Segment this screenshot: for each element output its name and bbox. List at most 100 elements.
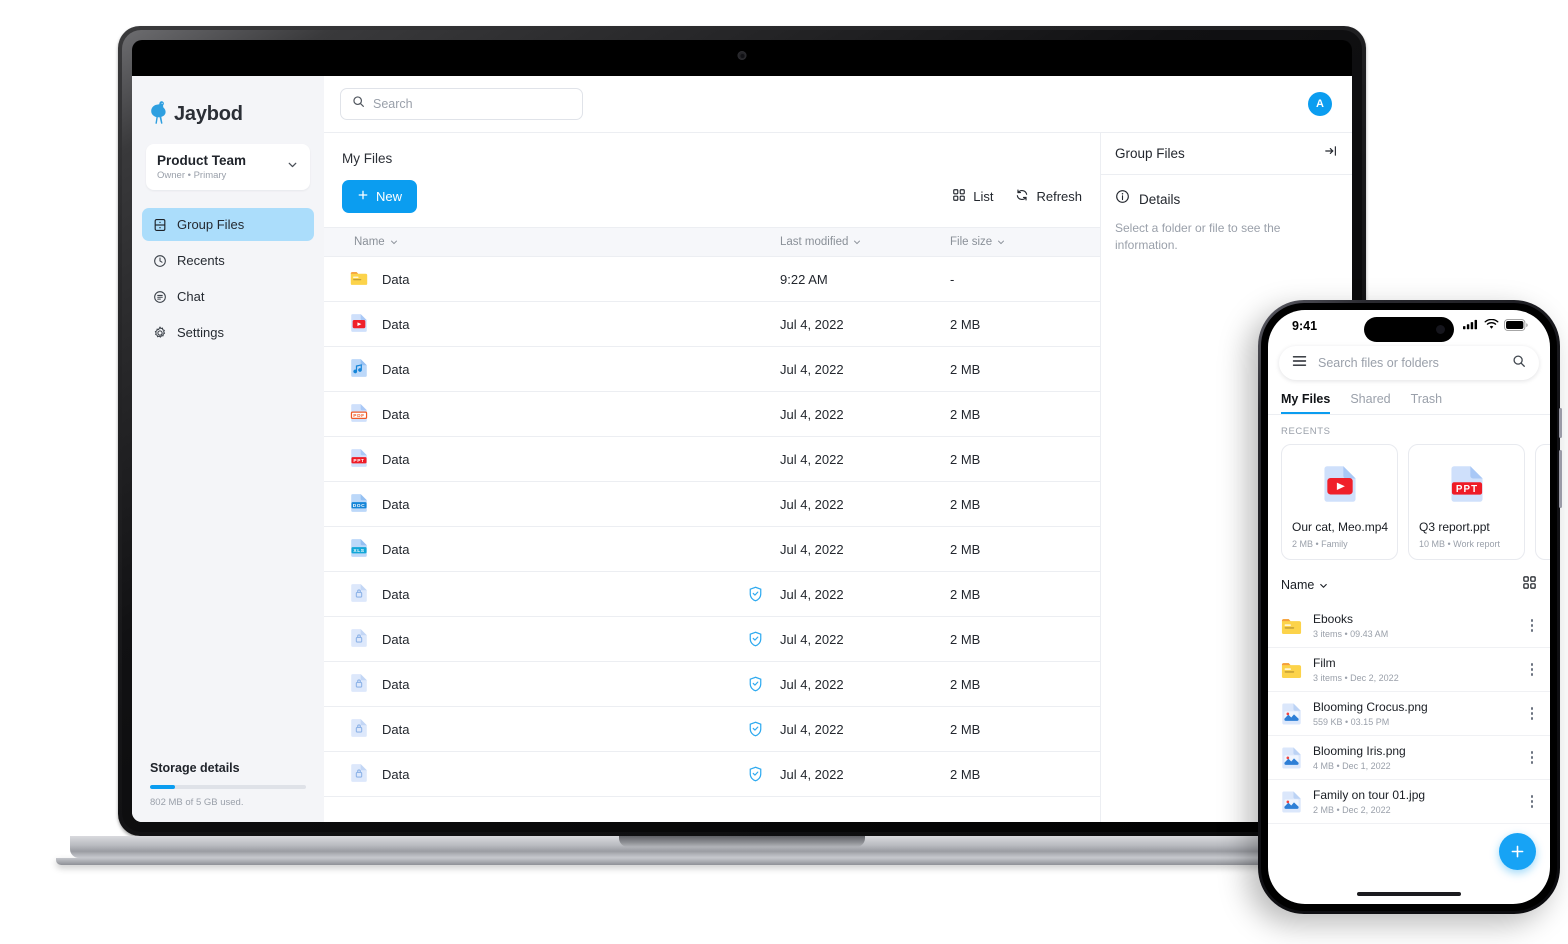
shield-check-icon	[748, 766, 763, 782]
sidebar-item-chat[interactable]: Chat	[142, 280, 314, 313]
table-row[interactable]: Data Jul 4, 2022 2 MB	[324, 347, 1100, 392]
column-header-size[interactable]: File size	[950, 236, 1100, 248]
file-size: 2 MB	[950, 316, 981, 332]
file-modified: Jul 4, 2022	[780, 541, 844, 557]
tab-trash[interactable]: Trash	[1411, 389, 1443, 414]
recent-card-peek[interactable]	[1535, 444, 1550, 560]
list-item[interactable]: Blooming Iris.png 4 MB • Dec 1, 2022	[1268, 736, 1550, 780]
table-row[interactable]: Data Jul 4, 2022 2 MB	[324, 707, 1100, 752]
list-item-text: Ebooks 3 items • 09.43 AM	[1313, 612, 1514, 639]
list-item[interactable]: Ebooks 3 items • 09.43 AM	[1268, 604, 1550, 648]
table-header: Name Last modified File size	[324, 227, 1100, 257]
column-label: Last modified	[780, 236, 849, 248]
phone-sort-button[interactable]: Name	[1281, 578, 1329, 592]
sidebar-item-label: Chat	[177, 289, 205, 304]
ppt-icon: PPT	[1419, 458, 1514, 510]
chevron-down-icon	[854, 240, 861, 245]
details-hint: Select a folder or file to see the infor…	[1115, 221, 1281, 253]
brand-name: Jaybod	[174, 102, 243, 125]
recent-meta: 10 MB • Work report	[1419, 539, 1501, 549]
wifi-icon	[1484, 318, 1499, 333]
list-item-meta: 2 MB • Dec 2, 2022	[1313, 805, 1391, 815]
row-name-cell: DOC Data	[324, 493, 780, 515]
list-item[interactable]: Family on tour 01.jpg 2 MB • Dec 2, 2022	[1268, 780, 1550, 824]
search-icon[interactable]	[1512, 354, 1526, 373]
xls-icon: XLS	[350, 538, 368, 560]
more-options-icon[interactable]	[1525, 791, 1539, 811]
row-size-cell: 2 MB	[950, 452, 1100, 467]
file-name: Data	[382, 631, 410, 647]
column-header-modified[interactable]: Last modified	[780, 236, 950, 248]
file-name: Data	[382, 271, 410, 287]
collapse-right-icon[interactable]	[1324, 144, 1338, 163]
list-item-text: Family on tour 01.jpg 2 MB • Dec 2, 2022	[1313, 788, 1514, 815]
details-panel-header: Group Files	[1101, 133, 1352, 175]
list-item[interactable]: Blooming Crocus.png 559 KB • 03.15 PM	[1268, 692, 1550, 736]
file-modified: Jul 4, 2022	[780, 766, 844, 782]
column-header-name[interactable]: Name	[324, 236, 780, 248]
sidebar: Jaybod Product Team Owner • Primary Grou…	[132, 76, 324, 822]
sidebar-item-settings[interactable]: Settings	[142, 316, 314, 349]
table-row[interactable]: Data Jul 4, 2022 2 MB	[324, 662, 1100, 707]
list-item-name: Blooming Crocus.png	[1313, 700, 1428, 714]
table-row[interactable]: Data Jul 4, 2022 2 MB	[324, 572, 1100, 617]
list-item-name: Film	[1313, 656, 1336, 670]
details-section: Details Select a folder or file to see t…	[1101, 175, 1352, 269]
phone-sort-bar: Name	[1268, 573, 1550, 604]
phone-volume-button[interactable]	[1559, 450, 1562, 508]
refresh-button[interactable]: Refresh	[1015, 188, 1082, 205]
table-row[interactable]: Data Jul 4, 2022 2 MB	[324, 617, 1100, 662]
laptop-base-foot	[56, 858, 1428, 865]
list-item-meta: 559 KB • 03.15 PM	[1313, 717, 1390, 727]
image-icon	[1281, 790, 1302, 814]
table-row[interactable]: PDF Data Jul 4, 2022 2 MB	[324, 392, 1100, 437]
sidebar-item-group-files[interactable]: Group Files	[142, 208, 314, 241]
recents-carousel[interactable]: Our cat, Meo.mp4 2 MB • Family PPT Q3 repor…	[1268, 444, 1550, 573]
table-row[interactable]: Data Jul 4, 2022 2 MB	[324, 752, 1100, 797]
row-modified-cell: Jul 4, 2022	[780, 497, 950, 512]
phone-search-input[interactable]: Search files or folders	[1279, 346, 1539, 380]
brand: Jaybod	[132, 76, 324, 130]
table-row[interactable]: PPT Data Jul 4, 2022 2 MB	[324, 437, 1100, 482]
recent-card[interactable]: Our cat, Meo.mp4 2 MB • Family	[1281, 444, 1398, 560]
avatar[interactable]: A	[1308, 92, 1332, 116]
search-placeholder: Search	[373, 97, 413, 111]
sidebar-item-label: Group Files	[177, 217, 245, 232]
phone-frame: 9:41 Search files or folders My Files Sh…	[1258, 300, 1562, 914]
more-options-icon[interactable]	[1525, 659, 1539, 679]
tab-shared[interactable]: Shared	[1350, 389, 1390, 414]
content-wrap: My Files New List Refresh Name Last modi…	[324, 132, 1352, 822]
table-row[interactable]: DOC Data Jul 4, 2022 2 MB	[324, 482, 1100, 527]
home-indicator	[1357, 892, 1461, 896]
folder-icon	[1281, 614, 1302, 638]
recent-card[interactable]: PPT Q3 report.ppt 10 MB • Work report	[1408, 444, 1525, 560]
more-options-icon[interactable]	[1525, 615, 1539, 635]
more-options-icon[interactable]	[1525, 703, 1539, 723]
table-row[interactable]: Data Jul 4, 2022 2 MB	[324, 302, 1100, 347]
details-heading-row: Details	[1115, 189, 1338, 209]
row-name-cell: Data	[324, 673, 780, 695]
hamburger-icon[interactable]	[1292, 354, 1307, 372]
list-item[interactable]: Film 3 items • Dec 2, 2022	[1268, 648, 1550, 692]
phone-power-button[interactable]	[1559, 408, 1562, 438]
more-options-icon[interactable]	[1525, 747, 1539, 767]
phone-view-toggle[interactable]	[1522, 575, 1537, 595]
view-toggle-button[interactable]: List	[952, 188, 993, 205]
svg-text:DOC: DOC	[353, 503, 366, 509]
folder-icon	[350, 268, 368, 290]
sidebar-item-recents[interactable]: Recents	[142, 244, 314, 277]
storage-text: 802 MB of 5 GB used.	[150, 797, 244, 808]
tab-my-files[interactable]: My Files	[1281, 389, 1330, 414]
row-name-cell: Data	[324, 268, 780, 290]
list-item-name: Blooming Iris.png	[1313, 744, 1406, 758]
table-row[interactable]: Data 9:22 AM -	[324, 257, 1100, 302]
search-input[interactable]: Search	[340, 88, 583, 120]
locked-file-icon	[350, 673, 368, 695]
new-button[interactable]: New	[342, 180, 418, 213]
row-name-cell: XLS Data	[324, 538, 780, 560]
file-name: Data	[382, 406, 410, 422]
svg-text:PDF: PDF	[353, 413, 364, 419]
table-row[interactable]: XLS Data Jul 4, 2022 2 MB	[324, 527, 1100, 572]
team-switcher[interactable]: Product Team Owner • Primary	[146, 144, 310, 190]
add-button[interactable]	[1499, 833, 1536, 870]
